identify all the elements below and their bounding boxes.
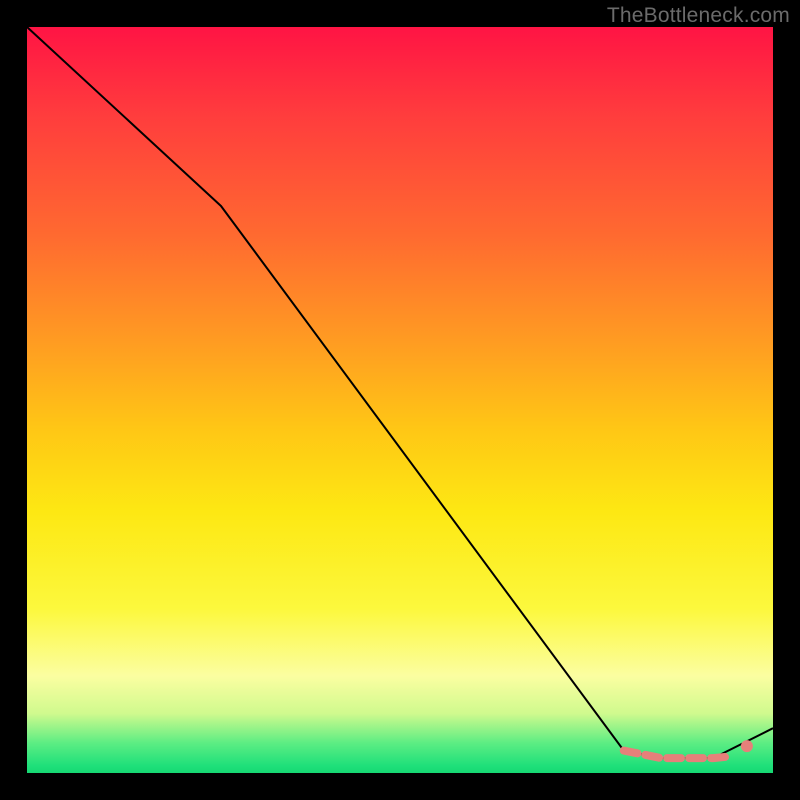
chart-overlay	[27, 27, 773, 773]
watermark-text: TheBottleneck.com	[607, 4, 790, 28]
chart-frame: TheBottleneck.com	[0, 0, 800, 800]
bottleneck-curve	[27, 27, 773, 758]
highlight-dot	[741, 740, 753, 752]
highlight-segment	[624, 751, 728, 759]
